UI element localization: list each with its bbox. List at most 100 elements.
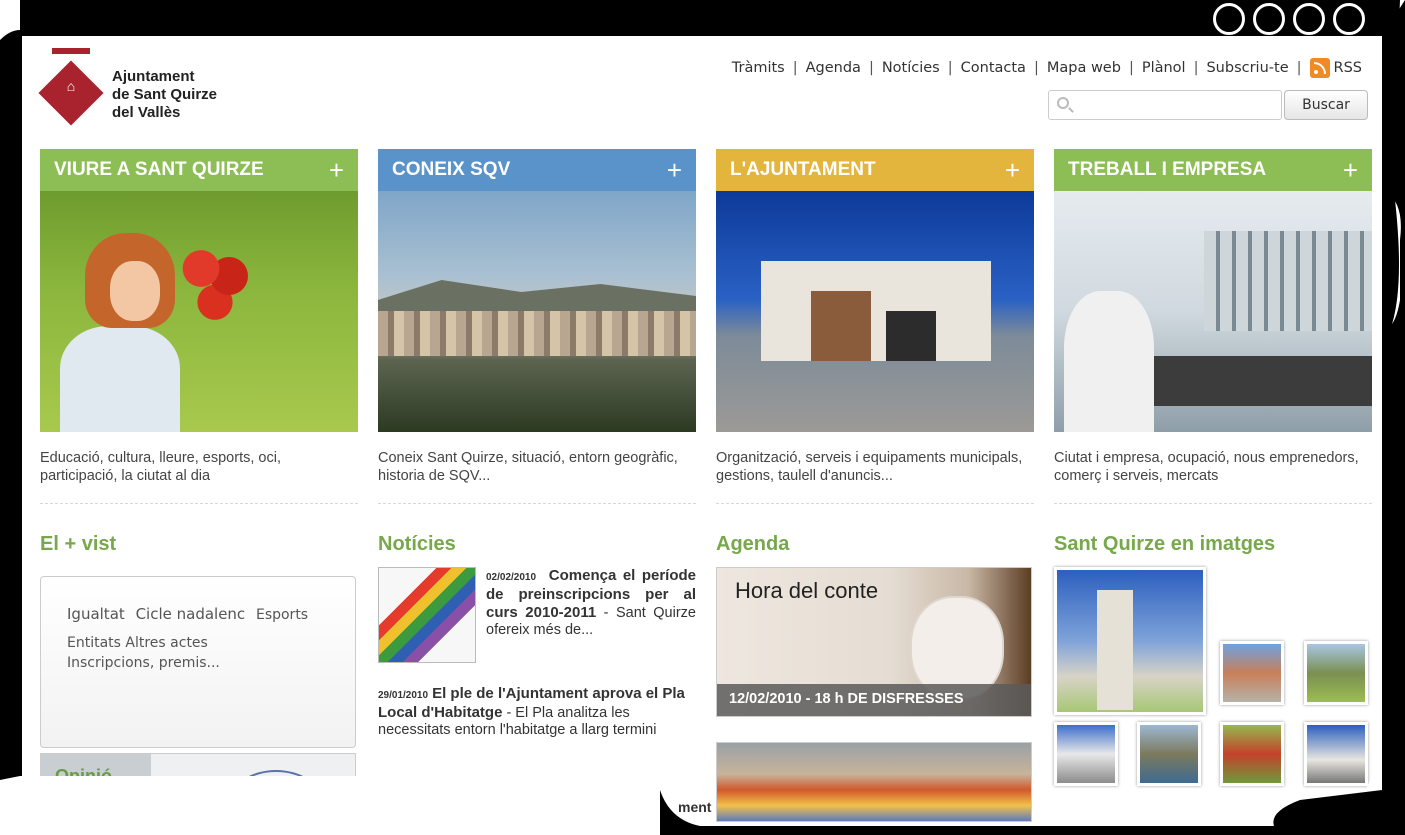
photo-detail [378, 311, 696, 356]
column-description: Ciutat i empresa, ocupació, nous emprene… [1054, 432, 1372, 504]
news-date: 29/01/2010 [378, 690, 429, 701]
section-mes-vist: El + vist Igualtat Cicle nadalenc Esport… [40, 533, 358, 826]
section-title: Agenda [716, 533, 790, 555]
nav-separator: | [1193, 60, 1199, 76]
frame-top [0, 0, 1405, 40]
photo-detail [811, 291, 871, 361]
column-ajuntament: L'AJUNTAMENT + Organització, serveis i e… [716, 149, 1034, 504]
news-item: 29/01/2010 El ple de l'Ajuntament aprova… [378, 685, 696, 739]
tag-link[interactable]: Esports [256, 607, 308, 623]
column-treball: TREBALL I EMPRESA + Ciutat i empresa, oc… [1054, 149, 1372, 504]
window-dots [1213, 3, 1365, 35]
tag-row: Igualtat Cicle nadalenc Esports [67, 605, 355, 623]
tag-link[interactable]: Altres actes [125, 635, 207, 651]
photo-gallery [1054, 567, 1382, 826]
plus-icon[interactable]: + [667, 155, 682, 186]
logo-line-1: Ajuntament [112, 68, 195, 85]
tag-link[interactable]: Igualtat [67, 605, 125, 623]
tag-link[interactable]: Cicle nadalenc [136, 605, 246, 623]
teddy-bear-image [912, 598, 1002, 698]
column-image-town-view[interactable] [378, 191, 696, 432]
column-title: TREBALL I EMPRESA [1068, 159, 1267, 180]
tag-link[interactable]: Entitats [67, 635, 121, 651]
search-box [1048, 90, 1282, 120]
news-thumbnail-pencils[interactable] [378, 567, 476, 663]
opinio-box[interactable]: Opinió [40, 753, 356, 826]
top-nav: Tràmits | Agenda | Notícies | Contacta | Map… [732, 58, 1362, 78]
opinio-graphic [231, 770, 321, 826]
agenda-caption: 12/02/2010 - 18 h DE DISFRESSES [717, 684, 1031, 716]
nav-rss[interactable]: RSS [1334, 60, 1362, 76]
column-image-girl-field[interactable] [40, 191, 358, 432]
nav-separator: | [947, 60, 953, 76]
nav-separator: | [868, 60, 874, 76]
plus-icon[interactable]: + [329, 155, 344, 186]
tag-link[interactable]: Inscripcions, premis... [67, 655, 220, 671]
photo-detail [761, 261, 991, 361]
photo-detail [1154, 356, 1372, 406]
column-title: VIURE A SANT QUIRZE [54, 159, 264, 180]
rss-icon[interactable] [1309, 58, 1330, 78]
tag-cloud: Igualtat Cicle nadalenc Esports Entitats… [40, 576, 356, 748]
search-input[interactable] [1049, 91, 1281, 119]
column-header-coneix[interactable]: CONEIX SQV + [378, 149, 696, 191]
plus-icon[interactable]: + [1343, 155, 1358, 186]
column-header-ajuntament[interactable]: L'AJUNTAMENT + [716, 149, 1034, 191]
dot-icon [1333, 3, 1365, 35]
column-title: L'AJUNTAMENT [730, 159, 876, 180]
agenda-item[interactable]: Hora del conte 12/02/2010 - 18 h DE DISF… [716, 567, 1032, 717]
gallery-photo[interactable] [1137, 722, 1201, 786]
nav-tramits[interactable]: Tràmits [732, 60, 785, 76]
web-page: ⌂ Ajuntament de Sant Quirze del Vallès T… [22, 36, 1382, 826]
gallery-photo[interactable] [1220, 641, 1284, 705]
gallery-photo[interactable] [1304, 641, 1368, 705]
nav-separator: | [1128, 60, 1134, 76]
gallery-photo[interactable] [1054, 722, 1118, 786]
column-image-laboratory[interactable] [1054, 191, 1372, 432]
photo-detail [886, 311, 936, 361]
nav-contacta[interactable]: Contacta [961, 60, 1026, 76]
nav-agenda[interactable]: Agenda [806, 60, 861, 76]
section-title: El + vist [40, 533, 117, 555]
nav-separator: | [1296, 60, 1302, 76]
column-coneix: CONEIX SQV + Coneix Sant Quirze, situaci… [378, 149, 696, 504]
photo-detail [110, 261, 160, 321]
agenda-title: Hora del conte [735, 578, 879, 603]
dot-icon [1253, 3, 1285, 35]
dot-icon [1293, 3, 1325, 35]
nav-planol[interactable]: Plànol [1142, 60, 1186, 76]
news-date: 02/02/2010 [486, 572, 537, 583]
column-image-town-hall[interactable] [716, 191, 1034, 432]
photo-detail [1204, 231, 1372, 331]
news-item: 02/02/2010 Comença el període de preinsc… [378, 567, 696, 667]
column-description: Coneix Sant Quirze, situació, entorn geo… [378, 432, 696, 504]
logo-line-2: de Sant Quirze [112, 86, 218, 103]
nav-noticies[interactable]: Notícies [882, 60, 940, 76]
search-button[interactable]: Buscar [1284, 90, 1368, 120]
nav-subscriu-te[interactable]: Subscriu-te [1206, 60, 1288, 76]
column-description: Organització, serveis i equipaments muni… [716, 432, 1034, 504]
photo-detail [1064, 291, 1154, 432]
news-partial-text: ment [678, 799, 712, 815]
gallery-photo[interactable] [1304, 722, 1368, 786]
photo-detail [378, 280, 696, 316]
site-logo[interactable]: ⌂ Ajuntament de Sant Quirze del Vallès [38, 48, 244, 133]
opinio-tab[interactable]: Opinió [41, 754, 151, 804]
logo-text: Ajuntament de Sant Quirze del Vallès [112, 68, 217, 122]
photo-detail [60, 326, 180, 432]
nav-mapa-web[interactable]: Mapa web [1047, 60, 1121, 76]
section-noticies: Notícies 02/02/2010 Comença el període d… [378, 533, 711, 815]
plus-icon[interactable]: + [1005, 155, 1020, 186]
crown-icon [52, 48, 90, 54]
photo-detail [180, 246, 250, 321]
column-header-viure[interactable]: VIURE A SANT QUIRZE + [40, 149, 358, 191]
column-header-treball[interactable]: TREBALL I EMPRESA + [1054, 149, 1372, 191]
agenda-item-image[interactable] [716, 742, 1032, 822]
gallery-photo-church[interactable] [1054, 567, 1206, 715]
dot-icon [1213, 3, 1245, 35]
column-title: CONEIX SQV [392, 159, 511, 180]
section-agenda: Agenda Hora del conte 12/02/2010 - 18 h … [716, 533, 1034, 822]
section-imatges: Sant Quirze en imatges [1054, 533, 1382, 826]
section-title: Notícies [378, 533, 456, 555]
gallery-photo[interactable] [1220, 722, 1284, 786]
